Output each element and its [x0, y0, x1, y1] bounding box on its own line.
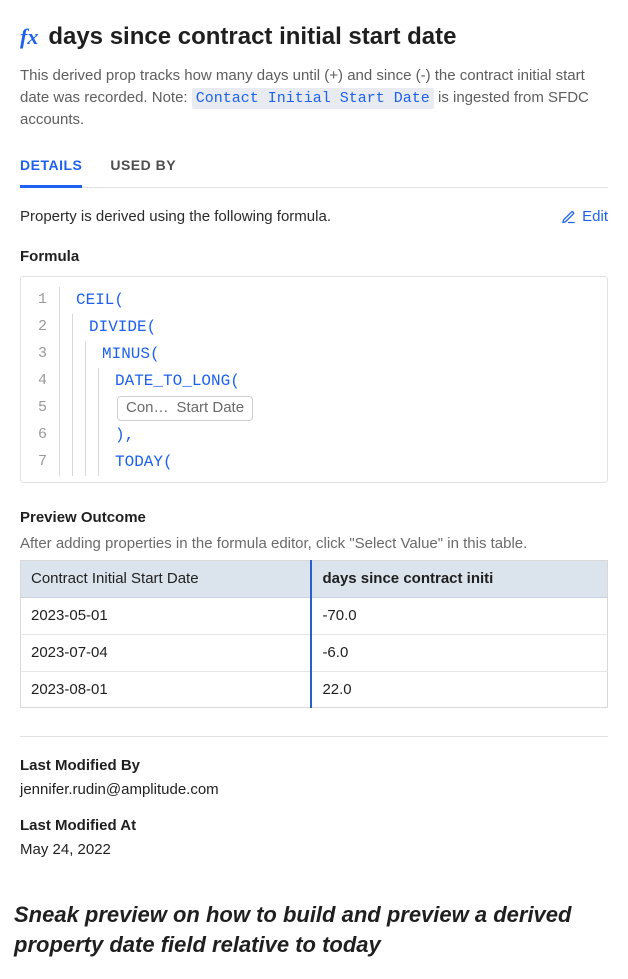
cell-output: -6.0: [311, 634, 607, 671]
line-number: 6: [33, 424, 47, 446]
table-row: 2023-08-01 22.0: [21, 671, 608, 708]
token-close: ),: [115, 424, 134, 447]
details-panel: Property is derived using the following …: [0, 188, 628, 860]
divider: [20, 736, 608, 737]
field-chip-left: Con…: [126, 397, 169, 419]
pencil-icon: [561, 210, 576, 225]
last-modified-by: Last Modified By jennifer.rudin@amplitud…: [20, 755, 608, 801]
preview-heading: Preview Outcome: [20, 507, 608, 529]
code-chip: Contact Initial Start Date: [192, 88, 434, 109]
token-date-to-long: DATE_TO_LONG: [115, 372, 230, 390]
cell-input: 2023-07-04: [21, 634, 312, 671]
field-chip[interactable]: Con… Start Date: [117, 396, 253, 421]
meta-value: jennifer.rudin@amplitude.com: [20, 779, 608, 801]
meta-label: Last Modified At: [20, 815, 608, 837]
line-number: 2: [33, 316, 47, 338]
tabs: DETAILS USED BY: [20, 147, 608, 188]
preview-hint: After adding properties in the formula e…: [20, 533, 608, 555]
table-row: 2023-05-01 -70.0: [21, 598, 608, 635]
token-ceil: CEIL: [76, 291, 114, 309]
col-header-input[interactable]: Contract Initial Start Date: [21, 561, 312, 598]
line-number: 4: [33, 370, 47, 392]
tab-used-by[interactable]: USED BY: [110, 147, 176, 188]
table-row: 2023-07-04 -6.0: [21, 634, 608, 671]
fx-icon: fx: [20, 26, 38, 48]
formula-helper-text: Property is derived using the following …: [20, 206, 331, 228]
cell-input: 2023-05-01: [21, 598, 312, 635]
edit-button[interactable]: Edit: [561, 206, 608, 228]
formula-heading: Formula: [20, 246, 608, 268]
col-header-output[interactable]: days since contract initi: [311, 561, 607, 598]
meta-label: Last Modified By: [20, 755, 608, 777]
cell-input: 2023-08-01: [21, 671, 312, 708]
last-modified-at: Last Modified At May 24, 2022: [20, 815, 608, 861]
line-number: 5: [33, 397, 47, 419]
preview-table: Contract Initial Start Date days since c…: [20, 560, 608, 708]
line-number: 3: [33, 343, 47, 365]
caption: Sneak preview on how to build and previe…: [0, 874, 628, 979]
line-number: 7: [33, 451, 47, 473]
token-divide: DIVIDE: [89, 318, 147, 336]
token-minus: MINUS: [102, 345, 150, 363]
token-today: TODAY: [115, 453, 163, 471]
page-title: days since contract initial start date: [48, 20, 456, 55]
tab-details[interactable]: DETAILS: [20, 147, 82, 188]
cell-output: 22.0: [311, 671, 607, 708]
field-chip-right: Start Date: [177, 397, 245, 419]
cell-output: -70.0: [311, 598, 607, 635]
meta-value: May 24, 2022: [20, 839, 608, 861]
edit-label: Edit: [582, 206, 608, 228]
formula-editor[interactable]: 1 CEIL( 2 DIVIDE( 3 MINUS( 4 DATE_TO_LON…: [20, 276, 608, 483]
description: This derived prop tracks how many days u…: [20, 65, 608, 131]
title-row: fx days since contract initial start dat…: [20, 20, 608, 55]
line-number: 1: [33, 289, 47, 311]
